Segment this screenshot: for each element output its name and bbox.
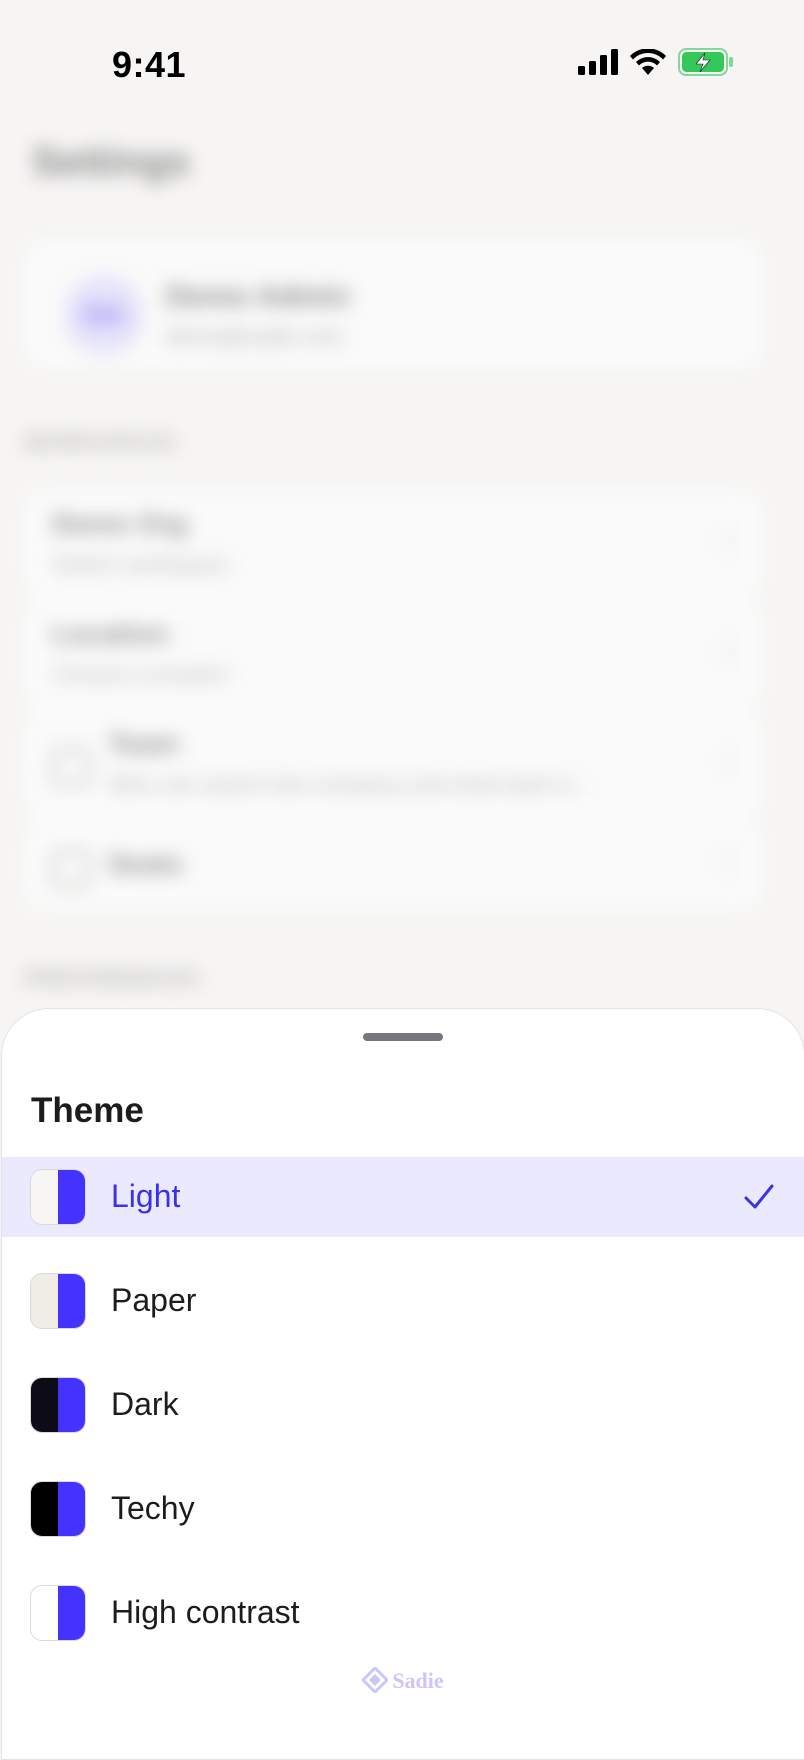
row-title: Team xyxy=(108,728,180,759)
theme-swatch-icon xyxy=(30,1585,86,1641)
theme-option-light[interactable]: Light xyxy=(2,1157,804,1237)
row-title: Location xyxy=(52,618,169,649)
seats-icon xyxy=(52,850,90,888)
battery-charging-icon xyxy=(678,48,734,76)
chevron-right-icon: › xyxy=(722,740,734,778)
wifi-icon xyxy=(630,49,666,75)
theme-swatch-icon xyxy=(30,1481,86,1537)
theme-bottom-sheet: Theme Light Paper Dark Techy High contrast S… xyxy=(1,1008,804,1760)
sheet-grabber[interactable] xyxy=(363,1033,443,1041)
theme-option-high-contrast[interactable]: High contrast xyxy=(2,1561,804,1665)
settings-row[interactable]: Seats › xyxy=(24,820,762,910)
profile-name: Demo Admin xyxy=(166,280,350,313)
brand-logo: Sadie xyxy=(2,1665,804,1699)
section-label: PREFERENCES xyxy=(24,966,201,991)
brand-name: Sadie xyxy=(392,1668,444,1694)
chevron-right-icon: › xyxy=(722,520,734,558)
section-label: WORKSPACE xyxy=(24,430,177,455)
sheet-title: Theme xyxy=(31,1091,144,1130)
row-title: Demo Org xyxy=(52,508,188,539)
signal-icon xyxy=(578,49,618,75)
theme-option-techy[interactable]: Techy xyxy=(2,1457,804,1561)
status-time: 9:41 xyxy=(112,44,187,85)
theme-option-label: High contrast xyxy=(111,1594,300,1630)
avatar: DA xyxy=(64,275,144,355)
theme-swatch-icon xyxy=(30,1169,86,1225)
team-icon xyxy=(52,748,90,786)
settings-row[interactable]: Location Choose a location › xyxy=(24,600,762,708)
settings-row[interactable]: Team Who can search this company and wha… xyxy=(24,710,762,818)
settings-row[interactable]: Demo Org Switch workspace › xyxy=(24,490,762,598)
theme-option-label: Dark xyxy=(111,1386,179,1422)
row-subtitle: Switch workspace xyxy=(52,552,229,577)
page-title: Settings xyxy=(32,140,190,184)
status-bar: 9:41 xyxy=(0,0,804,130)
theme-swatch-icon xyxy=(30,1273,86,1329)
chevron-right-icon: › xyxy=(722,842,734,880)
status-icons xyxy=(578,48,734,76)
chevron-right-icon: › xyxy=(722,630,734,668)
row-subtitle: Choose a location xyxy=(52,662,229,687)
profile-card[interactable]: DA Demo Admin demo@sadie.com xyxy=(24,240,762,368)
checkmark-icon xyxy=(744,1183,774,1216)
sadie-logo-icon xyxy=(361,1665,390,1699)
theme-option-dark[interactable]: Dark xyxy=(2,1353,804,1457)
row-title: Seats xyxy=(108,848,183,879)
theme-option-paper[interactable]: Paper xyxy=(2,1249,804,1353)
theme-swatch-icon xyxy=(30,1377,86,1433)
profile-email: demo@sadie.com xyxy=(166,324,344,349)
row-subtitle: Who can search this company and what tea… xyxy=(108,772,589,797)
theme-option-label: Light xyxy=(111,1178,181,1214)
theme-option-label: Paper xyxy=(111,1282,197,1318)
theme-option-label: Techy xyxy=(111,1490,195,1526)
